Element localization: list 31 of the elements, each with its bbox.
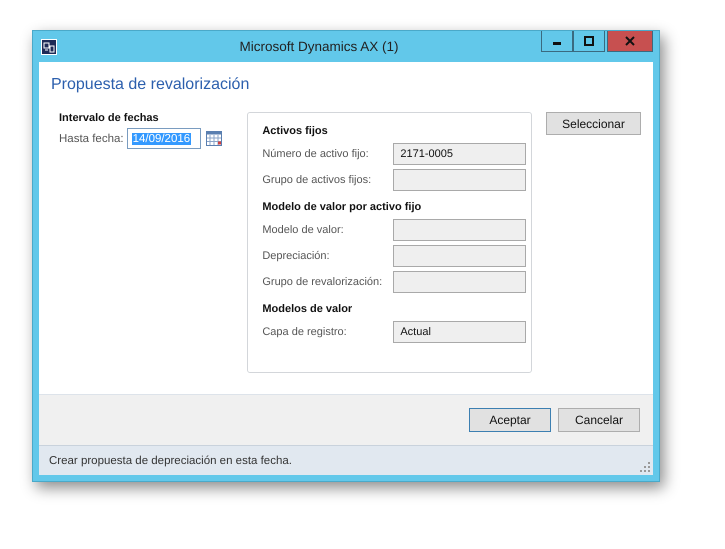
field-label: Grupo de activos fijos: (262, 174, 372, 186)
minimize-button[interactable] (541, 31, 573, 52)
input-field[interactable] (393, 245, 526, 267)
maximize-icon (584, 36, 594, 46)
group-heading: Intervalo de fechas (59, 112, 160, 124)
resize-grip-icon[interactable] (640, 462, 650, 472)
input-field[interactable] (393, 219, 526, 241)
close-icon (625, 36, 635, 46)
ok-button[interactable]: Aceptar (469, 408, 551, 432)
close-button[interactable] (607, 31, 653, 52)
app-icon (41, 38, 57, 54)
field-label: Número de activo fijo: (262, 148, 370, 160)
select-button[interactable]: Seleccionar (546, 112, 641, 135)
maximize-button[interactable] (573, 31, 605, 52)
window-title: Microsoft Dynamics AX (1) (238, 39, 400, 54)
section-heading: Modelo de valor por activo fijo (262, 201, 422, 213)
input-field[interactable]: Actual (393, 321, 526, 343)
dialog-title: Propuesta de revalorización (51, 75, 250, 95)
input-field[interactable] (393, 271, 526, 293)
field-label: Capa de registro: (262, 326, 348, 338)
section-heading: Activos fijos (262, 125, 329, 137)
field-label: Grupo de revalorización: (262, 276, 384, 288)
input-field[interactable] (393, 169, 526, 191)
calendar-icon[interactable] (206, 131, 222, 146)
field-label: Depreciación: (262, 250, 331, 262)
field-label: Modelo de valor: (262, 224, 345, 236)
status-text: Crear propuesta de depreciación en esta fecha. (49, 454, 292, 466)
field-label: Hasta fecha: (59, 132, 124, 144)
input-field[interactable]: 2171-0005 (393, 143, 526, 165)
section-heading: Modelos de valor (262, 303, 354, 315)
cancel-button[interactable]: Cancelar (558, 408, 640, 432)
